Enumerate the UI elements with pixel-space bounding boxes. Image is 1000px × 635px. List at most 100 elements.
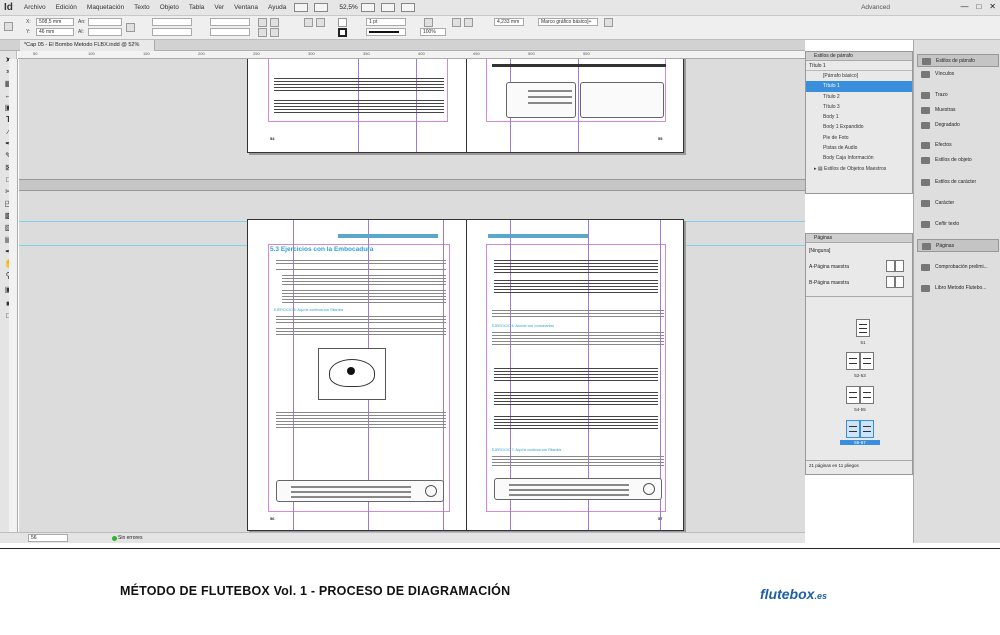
constrain-proportions-icon[interactable] [126, 23, 135, 32]
dock-gradient[interactable]: Degradado [917, 119, 999, 132]
spread-54-55[interactable]: 54 55 [247, 59, 684, 153]
style-item-selected[interactable]: Título 1 [806, 81, 912, 92]
y-field[interactable]: 46 mm [36, 28, 74, 36]
dock-object-styles[interactable]: Estilos de objeto [917, 154, 999, 167]
arrange-documents-icon[interactable] [400, 3, 415, 12]
menu-ayuda[interactable]: Ayuda [263, 4, 291, 11]
style-item[interactable]: Pie de Foto [806, 133, 912, 143]
close-icon[interactable]: ✕ [989, 2, 996, 11]
minimize-icon[interactable]: — [960, 2, 968, 11]
bridge-icon[interactable] [294, 3, 309, 12]
dock-pages[interactable]: Páginas [917, 239, 999, 252]
page-thumb[interactable] [856, 319, 870, 337]
style-group[interactable]: ▸ ▤ Estilos de Objetos Maestros [806, 164, 912, 174]
dock-links[interactable]: Vínculos [917, 68, 999, 81]
clear-overrides-icon[interactable] [604, 18, 613, 27]
dock-character[interactable]: Carácter [917, 197, 999, 210]
flip-vertical-icon[interactable] [270, 28, 279, 37]
style-item[interactable]: Pistas de Audio [806, 143, 912, 153]
rotate-ccw-icon[interactable] [270, 18, 279, 27]
select-container-icon[interactable] [304, 18, 313, 27]
dock-paragraph-styles[interactable]: Estilos de párrafo [917, 54, 999, 67]
menu-edicion[interactable]: Edición [51, 4, 82, 11]
size-field[interactable]: 4,233 mm [494, 18, 524, 26]
page-thumb[interactable] [846, 352, 860, 370]
panel-title[interactable]: Páginas [806, 234, 912, 243]
style-item[interactable]: Body 1 Expandido [806, 122, 912, 132]
height-field[interactable] [88, 28, 122, 36]
shear-field[interactable] [210, 28, 250, 36]
screen-mode-icon[interactable] [380, 3, 395, 12]
master-a-thumb[interactable] [895, 260, 904, 272]
text-wrap-bbox-icon[interactable] [464, 18, 473, 27]
fill-swatch[interactable] [338, 18, 347, 27]
page-number-field[interactable]: 56 [28, 534, 68, 542]
vertical-ruler[interactable] [9, 59, 18, 532]
page-thumb-selected[interactable] [846, 420, 860, 438]
page-thumb[interactable] [860, 386, 874, 404]
dock-stroke[interactable]: Trazo [917, 89, 999, 102]
dock-book[interactable]: Libro Metodo Flutebo... [917, 282, 999, 295]
master-b-thumb[interactable] [895, 276, 904, 288]
document-tab[interactable]: *Cap 05 - El Bombo Metodo FLBX.indd @ 52… [20, 40, 155, 51]
stroke-type-field[interactable] [366, 28, 406, 36]
menu-maquetacion[interactable]: Maquetación [82, 4, 129, 11]
zoom-level[interactable]: 52,5% [339, 4, 357, 11]
page-thumb[interactable] [846, 386, 860, 404]
panel-title[interactable]: Estilos de párrafo [806, 52, 912, 61]
embouchure-illustration[interactable] [318, 348, 386, 400]
master-a-thumb[interactable] [886, 260, 895, 272]
object-style-field[interactable]: Marco gráfico básico]+ [538, 18, 598, 26]
text-lines [528, 102, 572, 104]
master-b[interactable]: B-Página maestra [809, 280, 849, 286]
text-wrap-icon[interactable] [452, 18, 461, 27]
dock-text-wrap[interactable]: Ceñir texto [917, 218, 999, 231]
stroke-weight-field[interactable]: 1 pt [366, 18, 406, 26]
horizontal-ruler[interactable]: 50 100 150 200 250 300 350 400 450 500 5… [18, 51, 805, 59]
stroke-swatch[interactable] [338, 28, 347, 37]
dock-character-styles[interactable]: Estilos de carácter [917, 176, 999, 189]
exercise-link[interactable]: EJERCICIO 5: Aquí te continua con Ritard… [274, 308, 343, 312]
menu-objeto[interactable]: Objeto [155, 4, 184, 11]
style-item[interactable]: Body Caja Información [806, 153, 912, 163]
menu-tabla[interactable]: Tabla [184, 4, 210, 11]
select-content-icon[interactable] [316, 18, 325, 27]
master-a[interactable]: A-Página maestra [809, 264, 849, 270]
section-heading[interactable]: 5.3 Ejercicios con la Embocadura [270, 246, 373, 253]
dock-effects[interactable]: Efectos [917, 139, 999, 152]
menu-ventana[interactable]: Ventana [229, 4, 263, 11]
width-field[interactable] [88, 18, 122, 26]
menu-ver[interactable]: Ver [209, 4, 229, 11]
menu-archivo[interactable]: Archivo [19, 4, 51, 11]
folder-icon: ▸ ▤ [814, 165, 825, 172]
view-options-icon[interactable] [360, 3, 375, 12]
flip-horizontal-icon[interactable] [258, 28, 267, 37]
page-thumb-selected[interactable] [860, 420, 874, 438]
style-item[interactable]: Body 1 [806, 112, 912, 122]
style-item[interactable]: Título 3 [806, 102, 912, 112]
dock-preflight[interactable]: Comprobación prelimi... [917, 261, 999, 274]
preflight-status[interactable]: Sin errores [118, 533, 142, 543]
master-none[interactable]: [Ninguna] [809, 248, 830, 254]
style-item[interactable]: [Párrafo básico] [806, 71, 912, 81]
menu-texto[interactable]: Texto [129, 4, 155, 11]
scale-y-field[interactable] [152, 28, 192, 36]
x-field[interactable]: 508,5 mm [36, 18, 74, 26]
workspace-switcher[interactable]: Advanced [861, 4, 890, 11]
rotate-cw-icon[interactable] [258, 18, 267, 27]
rotation-field[interactable] [210, 18, 250, 26]
minibridge-icon[interactable] [314, 3, 329, 12]
scale-x-field[interactable] [152, 18, 192, 26]
drop-shadow-icon[interactable] [424, 18, 433, 27]
exercise-link[interactable]: EJERCICIO 6: Abordo con consonantes [492, 324, 554, 328]
page-thumb[interactable] [860, 352, 874, 370]
reference-point-icon[interactable] [4, 22, 13, 31]
spread-56-57[interactable]: 5.3 Ejercicios con la Embocadura EJERCIC… [247, 219, 684, 531]
pasteboard[interactable]: 54 55 5.3 Ejercicios con la Embocadura E… [19, 59, 805, 532]
style-item[interactable]: Título 2 [806, 92, 912, 102]
maximize-icon[interactable]: □ [976, 2, 981, 11]
opacity-field[interactable]: 100% [420, 28, 446, 36]
master-b-thumb[interactable] [886, 276, 895, 288]
dock-swatches[interactable]: Muestras [917, 104, 999, 117]
exercise-link[interactable]: EJERCICIO 7: Aquí te continua con Ritard… [492, 448, 561, 452]
